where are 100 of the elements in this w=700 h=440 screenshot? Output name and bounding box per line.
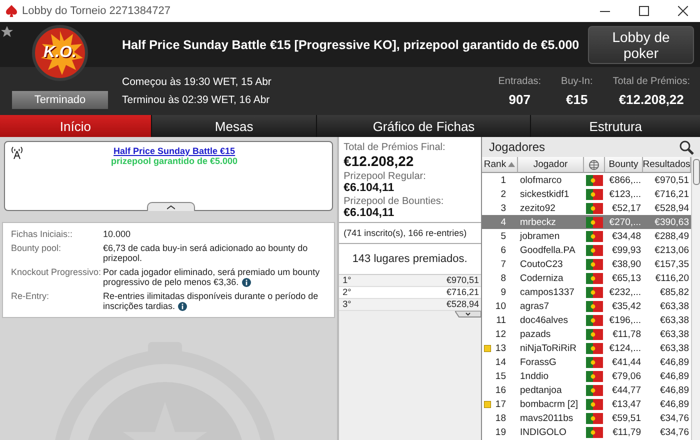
portugal-flag-icon — [586, 188, 603, 200]
info-icon[interactable] — [178, 302, 188, 312]
column-header[interactable]: Rank — [482, 157, 518, 173]
column-header[interactable]: Jogador — [518, 157, 584, 173]
portugal-flag-icon — [586, 384, 603, 396]
spade-logo-icon — [6, 5, 17, 17]
tournament-title: Half Price Sunday Battle €15 [Progressive KO], prizepool garantido de €5.000 — [122, 38, 580, 52]
note-marker-icon — [484, 400, 491, 408]
entries-text: (741 inscrito(s), 166 re-entries) — [338, 223, 481, 244]
rank-cell: 17 — [495, 398, 506, 410]
tab[interactable]: Estrutura — [531, 115, 700, 137]
rank-cell: 13 — [495, 342, 506, 354]
portugal-flag-icon — [586, 426, 603, 438]
portugal-flag-icon — [586, 174, 603, 186]
status-label: Terminado — [12, 91, 108, 109]
portugal-flag-icon — [586, 412, 603, 424]
portugal-flag-icon — [586, 202, 603, 214]
prize-label: Total de Prémios Final: — [344, 142, 446, 153]
tab[interactable]: Início — [0, 115, 151, 137]
prize-value: €6.104,11 — [344, 182, 396, 194]
place-cell: 1° — [342, 275, 352, 286]
detail-label: Bounty pool: — [11, 243, 62, 255]
rank-cell: 14 — [495, 356, 506, 368]
rank-cell: 4 — [500, 216, 506, 228]
rank-cell: 15 — [495, 370, 506, 382]
rank-cell: 5 — [500, 230, 506, 242]
start-time: Começou às 19:30 WET, 15 Abr — [122, 76, 272, 88]
maximize-icon[interactable] — [639, 6, 649, 16]
column-header[interactable]: Bounty — [605, 157, 643, 173]
news-link[interactable]: Half Price Sunday Battle €15 — [114, 146, 236, 156]
lobby-button[interactable]: Lobby de poker — [588, 26, 694, 64]
detail-label: Knockout Progressivo: — [11, 267, 102, 279]
paid-places-text: 143 lugares premiados. — [338, 244, 481, 274]
stat-label: Total de Prémios: — [612, 76, 690, 86]
amount-cell: €970,51 — [446, 275, 479, 286]
expand-tab[interactable] — [455, 311, 481, 319]
place-cell: 3° — [342, 299, 352, 310]
stat-value: €12.208,22 — [618, 92, 684, 106]
detail-value: Por cada jogador eliminado, será premiado um bounty progressivo de pelo menos €3,36. — [103, 267, 321, 288]
rank-cell: 16 — [495, 384, 506, 396]
rank-cell: 11 — [496, 314, 506, 326]
rank-cell: 9 — [500, 286, 506, 298]
globe-icon — [589, 160, 599, 170]
rank-cell: 8 — [500, 272, 506, 284]
column-header[interactable] — [584, 157, 605, 173]
detail-value: 10.000 — [103, 229, 132, 239]
portugal-flag-icon — [586, 398, 603, 410]
prize-label: Prizepool Regular: — [344, 171, 427, 182]
portugal-flag-icon — [586, 272, 603, 284]
amount-cell: €716,21 — [446, 287, 479, 298]
search-icon[interactable] — [679, 140, 694, 154]
rank-cell: 1 — [500, 174, 506, 186]
portugal-flag-icon — [586, 244, 603, 256]
rank-cell: 7 — [500, 258, 506, 270]
detail-value: Re-entries ilimitadas disponíveis durante o período de inscrições tardias. — [103, 291, 320, 312]
detail-label: Fichas Iniciais:: — [11, 229, 74, 239]
prize-label: Prizepool de Bounties: — [344, 196, 445, 207]
rank-cell: 12 — [495, 328, 506, 340]
portugal-flag-icon — [586, 370, 603, 382]
rank-cell: 10 — [495, 300, 506, 312]
portugal-flag-icon — [586, 300, 603, 312]
tab[interactable]: Mesas — [152, 115, 316, 137]
portugal-flag-icon — [586, 314, 603, 326]
result-cell: €390,63 — [643, 215, 691, 229]
player-name-cell[interactable]: mrbeckz — [518, 215, 584, 229]
rank-cell: 6 — [500, 244, 506, 256]
amount-cell: €528,94 — [446, 299, 479, 310]
end-time: Terminou às 02:39 WET, 16 Abr — [122, 94, 271, 106]
ko-logo: K.O. — [32, 25, 88, 81]
star-icon[interactable] — [1, 26, 13, 38]
rank-cell: 19 — [495, 426, 506, 438]
column-header[interactable]: Resultados — [643, 157, 691, 173]
broadcast-icon — [11, 146, 23, 159]
portugal-flag-icon — [586, 286, 603, 298]
stat-value: €15 — [566, 92, 588, 106]
info-icon[interactable] — [242, 278, 251, 288]
players-title: Jogadores — [489, 140, 546, 154]
minimize-icon[interactable] — [600, 10, 610, 12]
stat-value: 907 — [508, 92, 530, 106]
bounty-cell: €270,... — [605, 215, 643, 229]
close-icon[interactable] — [678, 6, 688, 16]
prize-value: €6.104,11 — [344, 207, 396, 219]
detail-label: Re-Entry: — [11, 291, 50, 304]
portugal-flag-icon — [586, 328, 603, 340]
detail-value: €6,73 de cada buy-in será adicionado ao bounty do prizepool. — [103, 243, 309, 263]
portugal-flag-icon — [586, 356, 603, 368]
rank-cell: 2 — [500, 188, 506, 200]
chevron-up-icon — [167, 204, 175, 210]
rank-cell: 3 — [500, 202, 506, 214]
portugal-flag-icon — [586, 342, 603, 354]
sort-arrow-icon — [508, 162, 516, 167]
scrollbar[interactable] — [691, 157, 700, 440]
place-cell: 2° — [342, 287, 352, 298]
prize-value: €12.208,22 — [344, 153, 415, 169]
news-subtitle: prizepool garantido de €5.000 — [111, 156, 238, 166]
stat-label: Entradas: — [498, 76, 542, 86]
rank-cell: 18 — [495, 412, 506, 424]
collapse-tab[interactable] — [147, 202, 195, 211]
portugal-flag-icon — [586, 258, 603, 270]
tab[interactable]: Gráfico de Fichas — [317, 115, 530, 137]
